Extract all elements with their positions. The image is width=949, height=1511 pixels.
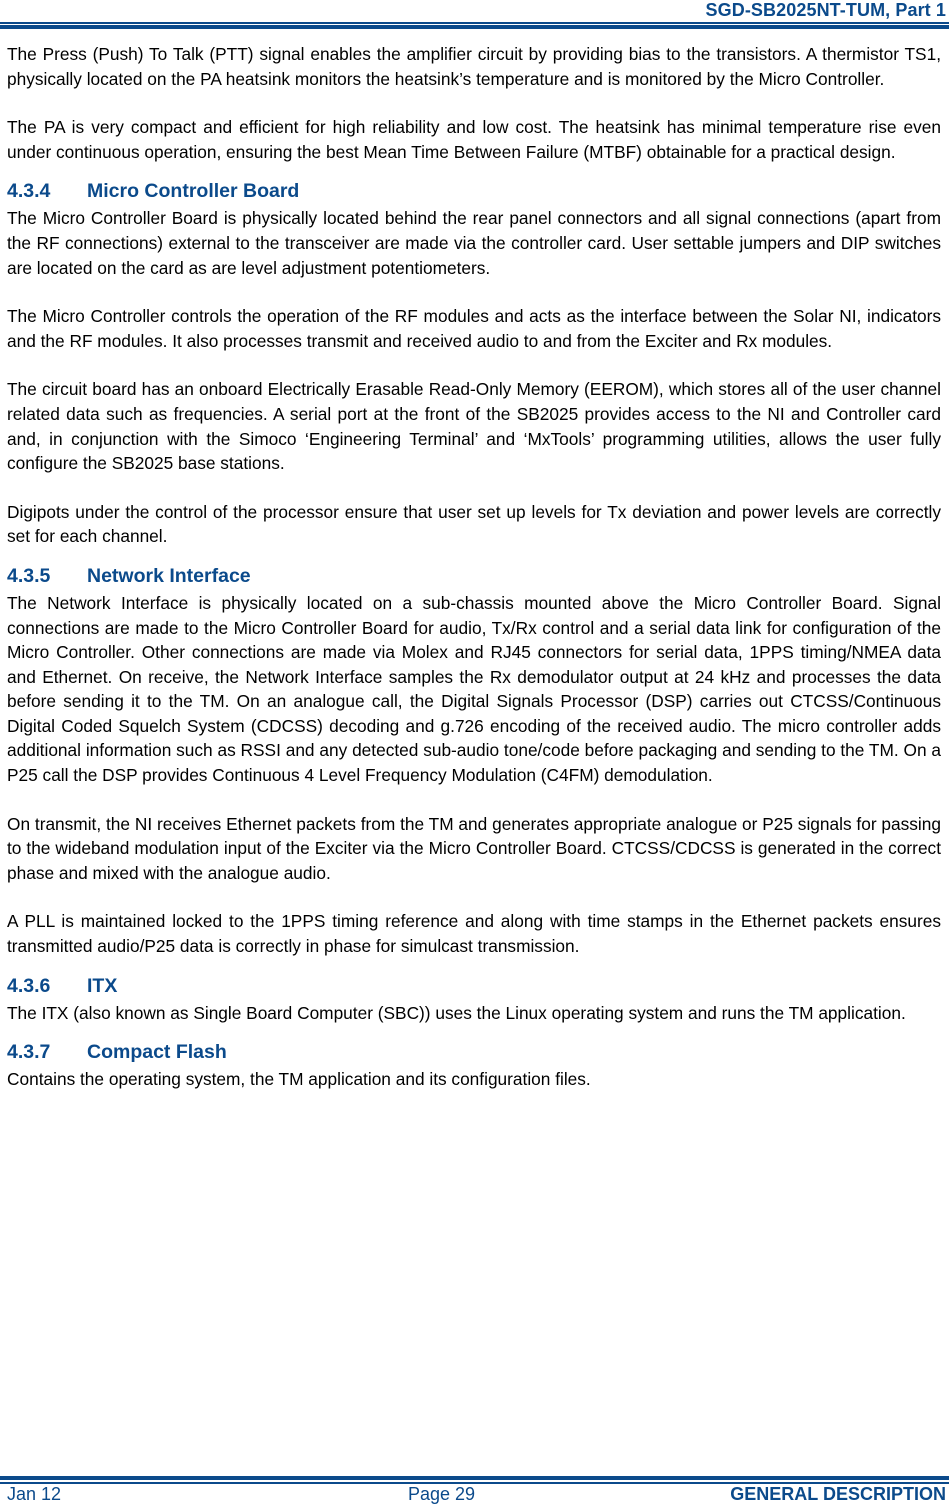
section-heading-micro-controller-board: 4.3.4 Micro Controller Board: [7, 178, 941, 204]
section-number: 4.3.4: [7, 180, 51, 203]
paragraph-eerom: The circuit board has an onboard Electri…: [7, 379, 941, 474]
page-body: The Press (Push) To Talk (PTT) signal en…: [7, 42, 941, 1092]
paragraph-network-interface: The Network Interface is physically loca…: [7, 592, 941, 786]
page-footer: Jan 12 Page 29 GENERAL DESCRIPTION: [0, 1484, 949, 1511]
paragraph-digipots: Digipots under the control of the proces…: [7, 501, 941, 547]
document-title: SGD-SB2025NT-TUM, Part 1: [705, 0, 946, 20]
footer-date: Jan 12: [7, 1484, 62, 1504]
paragraph-pa-compact: The PA is very compact and efficient for…: [7, 117, 941, 162]
section-heading-network-interface: 4.3.5 Network Interface: [7, 563, 941, 589]
section-number: 4.3.7: [7, 1041, 51, 1064]
paragraph-itx: The ITX (also known as Single Board Comp…: [7, 1002, 906, 1023]
paragraph-compact-flash: Contains the operating system, the TM ap…: [7, 1069, 591, 1090]
paragraph-pll: A PLL is maintained locked to the 1PPS t…: [7, 911, 941, 957]
paragraph-ptt-signal: The Press (Push) To Talk (PTT) signal en…: [7, 44, 941, 89]
header-rule-thin: [0, 22, 949, 24]
section-title: ITX: [87, 974, 118, 997]
paragraph-mcb-location: The Micro Controller Board is physically…: [7, 208, 941, 278]
section-number: 4.3.6: [7, 974, 51, 997]
header-rule-thick: [0, 25, 949, 29]
footer-page-number: Page 29: [408, 1484, 476, 1504]
paragraph-mcb-controls: The Micro Controller controls the operat…: [7, 306, 941, 351]
section-number: 4.3.5: [7, 564, 51, 587]
footer-rule-thick: [0, 1476, 949, 1480]
paragraph-on-transmit: On transmit, the NI receives Ethernet pa…: [7, 813, 941, 883]
section-title: Compact Flash: [87, 1041, 227, 1064]
section-title: Network Interface: [87, 564, 251, 587]
footer-section-name: GENERAL DESCRIPTION: [730, 1484, 946, 1504]
section-heading-compact-flash: 4.3.7 Compact Flash: [7, 1039, 941, 1065]
section-heading-itx: 4.3.6 ITX: [7, 973, 941, 999]
section-title: Micro Controller Board: [87, 180, 300, 203]
